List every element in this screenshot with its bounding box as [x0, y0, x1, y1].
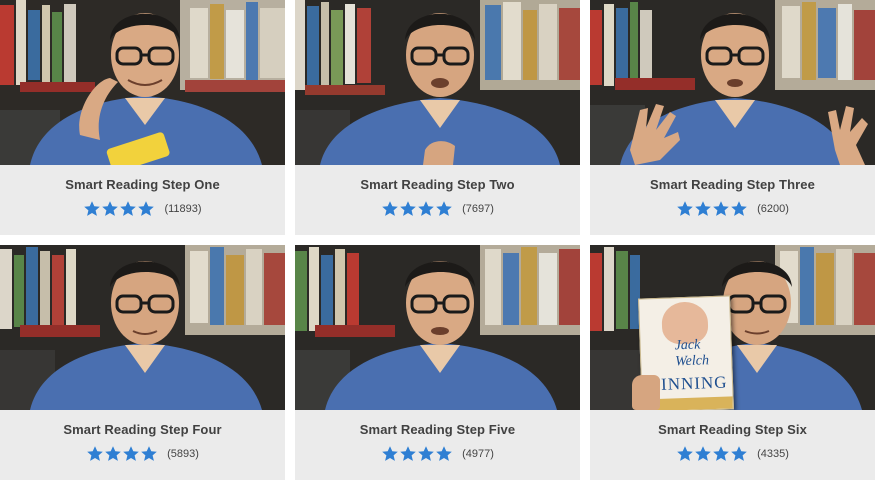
book-author-last: Welch — [675, 353, 710, 370]
star-rating — [381, 445, 453, 463]
video-thumbnail[interactable] — [295, 245, 580, 410]
star-rating — [86, 445, 158, 463]
video-title[interactable]: Smart Reading Step One — [0, 165, 285, 197]
star-rating — [83, 200, 155, 218]
video-thumbnail[interactable] — [0, 245, 285, 410]
star-icon — [138, 201, 155, 216]
star-icon — [400, 201, 416, 216]
video-thumbnail[interactable] — [295, 0, 580, 165]
video-card-step-six[interactable]: Jack Welch WINNING Smart Reading Step Si… — [590, 245, 875, 480]
video-thumbnail-image — [295, 245, 580, 410]
video-title[interactable]: Smart Reading Step Five — [295, 410, 580, 442]
video-card-step-one[interactable]: Smart Reading Step One (11893) — [0, 0, 285, 235]
video-thumbnail-image — [0, 0, 285, 165]
star-icon — [695, 201, 711, 216]
rating: (4335) — [590, 445, 875, 463]
video-card-step-three[interactable]: Smart Reading Step Three (6200) — [590, 0, 875, 235]
star-icon — [677, 201, 693, 216]
rating-count: (7697) — [462, 203, 494, 215]
video-thumbnail[interactable]: Jack Welch WINNING — [590, 245, 875, 410]
video-thumbnail-image — [590, 0, 875, 165]
star-icon — [677, 446, 693, 461]
video-card-step-four[interactable]: Smart Reading Step Four (5893) — [0, 245, 285, 480]
star-icon — [120, 201, 137, 216]
video-meta: Smart Reading Step One (11893) — [0, 165, 285, 235]
star-icon — [141, 446, 157, 461]
hand — [632, 375, 660, 410]
star-icon — [418, 201, 434, 216]
video-thumbnail[interactable] — [0, 0, 285, 165]
star-rating — [676, 445, 748, 463]
star-icon — [84, 201, 101, 216]
star-icon — [102, 201, 119, 216]
star-icon — [382, 201, 398, 216]
star-icon — [731, 201, 747, 216]
star-icon — [436, 201, 452, 216]
star-icon — [400, 446, 416, 461]
rating: (5893) — [0, 445, 285, 463]
video-grid: Smart Reading Step One (11893) Smart Rea… — [0, 0, 875, 480]
star-icon — [713, 201, 729, 216]
star-icon — [87, 446, 103, 461]
video-thumbnail-image — [0, 245, 285, 410]
star-icon — [382, 446, 398, 461]
rating: (7697) — [295, 200, 580, 218]
rating-count: (4977) — [462, 448, 494, 460]
video-title[interactable]: Smart Reading Step Two — [295, 165, 580, 197]
video-meta: Smart Reading Step Six (4335) — [590, 410, 875, 480]
video-thumbnail[interactable] — [590, 0, 875, 165]
video-card-step-five[interactable]: Smart Reading Step Five (4977) — [295, 245, 580, 480]
rating: (11893) — [0, 200, 285, 218]
rating: (6200) — [590, 200, 875, 218]
rating-count: (5893) — [167, 448, 199, 460]
rating-count: (4335) — [757, 448, 789, 460]
video-meta: Smart Reading Step Three (6200) — [590, 165, 875, 235]
video-thumbnail-image — [295, 0, 580, 165]
star-rating — [676, 200, 748, 218]
star-icon — [713, 446, 729, 461]
rating-count: (11893) — [164, 203, 202, 215]
star-icon — [105, 446, 121, 461]
video-title[interactable]: Smart Reading Step Four — [0, 410, 285, 442]
rating: (4977) — [295, 445, 580, 463]
star-icon — [418, 446, 434, 461]
video-title[interactable]: Smart Reading Step Three — [590, 165, 875, 197]
video-meta: Smart Reading Step Two (7697) — [295, 165, 580, 235]
star-icon — [731, 446, 747, 461]
video-meta: Smart Reading Step Five (4977) — [295, 410, 580, 480]
star-icon — [436, 446, 452, 461]
rating-count: (6200) — [757, 203, 789, 215]
star-icon — [123, 446, 139, 461]
star-icon — [695, 446, 711, 461]
video-meta: Smart Reading Step Four (5893) — [0, 410, 285, 480]
book-author-first: Jack — [674, 337, 701, 354]
star-rating — [381, 200, 453, 218]
video-title[interactable]: Smart Reading Step Six — [590, 410, 875, 442]
video-card-step-two[interactable]: Smart Reading Step Two (7697) — [295, 0, 580, 235]
